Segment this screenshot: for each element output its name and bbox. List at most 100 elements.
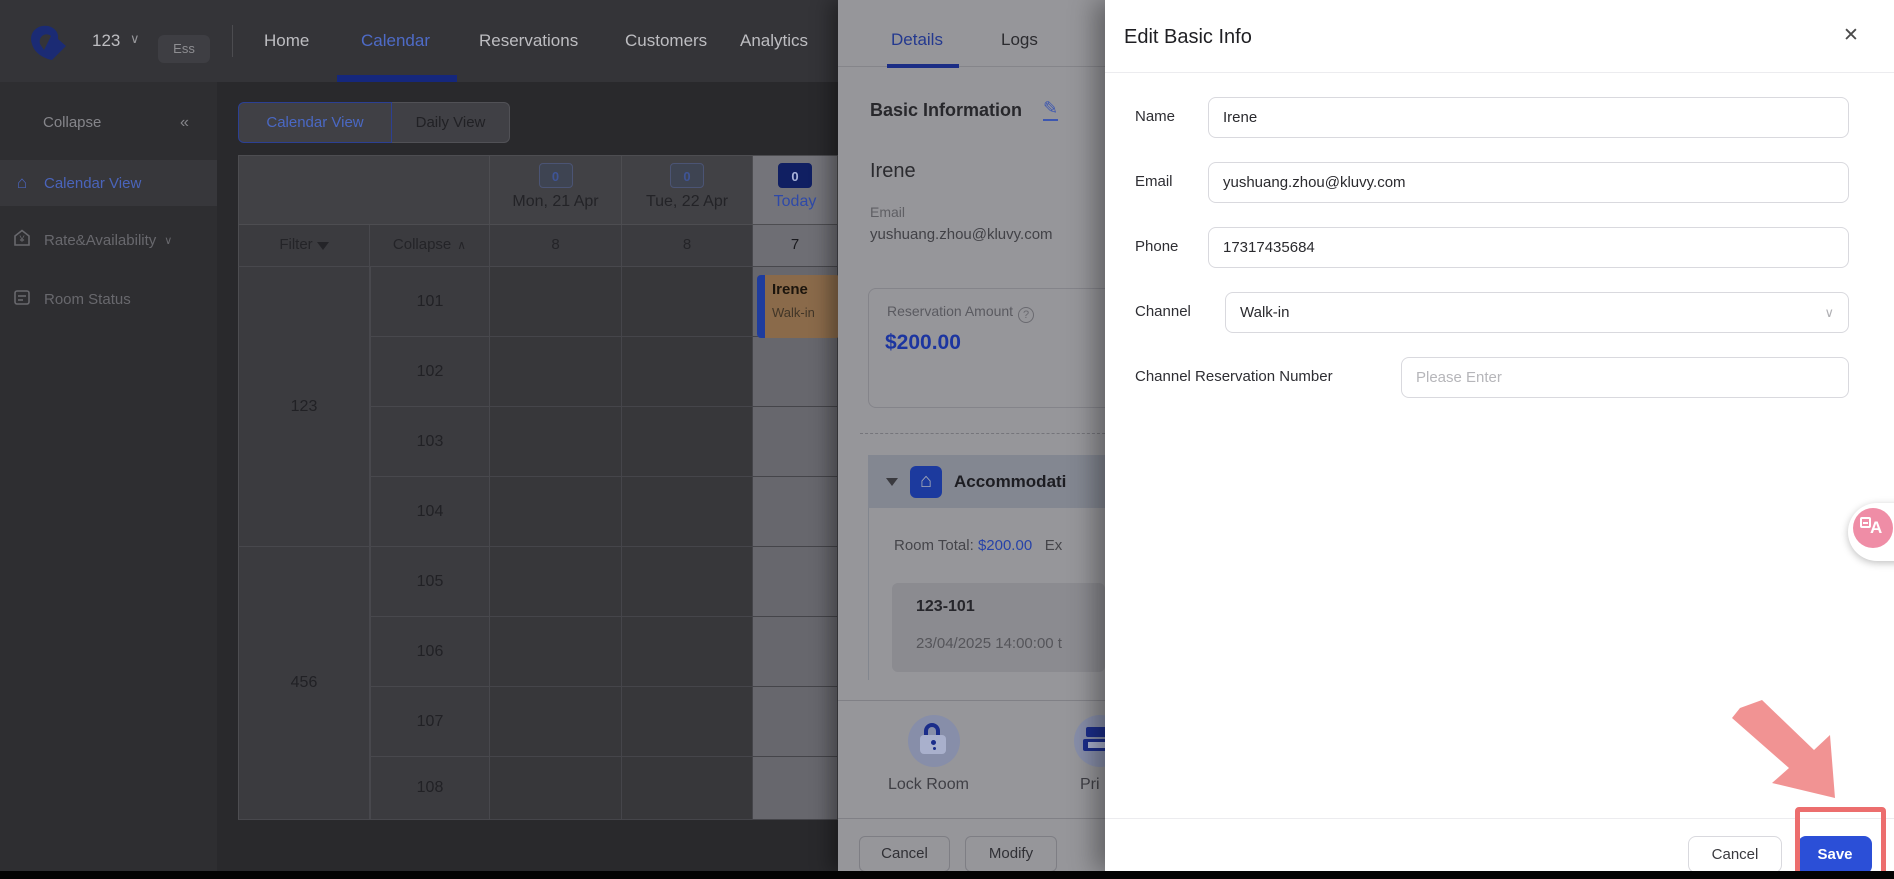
grid-cell-today[interactable] bbox=[753, 337, 838, 407]
grid-cell[interactable] bbox=[490, 337, 622, 407]
room-row-label[interactable]: 104 bbox=[370, 477, 490, 547]
grid-cell-today[interactable] bbox=[753, 547, 838, 617]
grid-cell[interactable] bbox=[490, 267, 622, 337]
tab-logs[interactable]: Logs bbox=[1001, 30, 1038, 50]
collapse-chevrons-icon[interactable]: « bbox=[180, 114, 189, 132]
section-left-border bbox=[868, 508, 869, 680]
translate-icon: A bbox=[1853, 508, 1893, 548]
sidebar-collapse[interactable]: Collapse « bbox=[0, 106, 217, 142]
date-header-cell: 21/04/2025Today ‹21 Apr - 20 May› bbox=[238, 155, 490, 280]
email-field[interactable]: yushuang.zhou@kluvy.com bbox=[1208, 162, 1849, 203]
day-label: Tue, 22 Apr bbox=[645, 193, 729, 210]
room-row-label[interactable]: 105 bbox=[370, 547, 490, 617]
room-code: 123-101 bbox=[916, 598, 975, 615]
channel-selected-value: Walk-in bbox=[1240, 304, 1290, 321]
accommodation-house-icon: ⌂ bbox=[910, 465, 942, 498]
room-row-label[interactable]: 102 bbox=[370, 337, 490, 407]
amount-label-text: Reservation Amount bbox=[887, 303, 1014, 319]
grid-cell-today[interactable] bbox=[753, 617, 838, 687]
nav-item-reservations[interactable]: Reservations bbox=[479, 0, 578, 82]
reservation-guest-name: Irene bbox=[772, 281, 808, 298]
basic-information-title: Basic Information bbox=[870, 100, 1023, 120]
tab-details[interactable]: Details bbox=[891, 30, 943, 50]
sidebar-item-calendar-view[interactable]: ⌂ Calendar View bbox=[0, 160, 217, 206]
nav-item-analytics[interactable]: Analytics bbox=[740, 0, 808, 82]
lock-room-label: Lock Room bbox=[888, 776, 969, 793]
grid-cell[interactable] bbox=[622, 547, 753, 617]
modal-cancel-button[interactable]: Cancel bbox=[1688, 836, 1782, 873]
phone-field[interactable]: 17317435684 bbox=[1208, 227, 1849, 268]
day-label: Today bbox=[773, 193, 817, 210]
nav-divider bbox=[232, 25, 233, 57]
reservation-channel: Walk-in bbox=[772, 305, 815, 320]
sidebar: Collapse « ⌂ Calendar View ¥ Rate&Availa… bbox=[0, 82, 217, 872]
calendar-view-button[interactable]: Calendar View bbox=[238, 102, 392, 143]
org-selector[interactable]: 123 bbox=[92, 0, 120, 82]
grid-cell[interactable] bbox=[490, 687, 622, 757]
chevron-down-icon: ∨ bbox=[164, 234, 173, 247]
nav-item-customers[interactable]: Customers bbox=[625, 0, 707, 82]
grid-cell[interactable] bbox=[622, 477, 753, 547]
nav-item-calendar[interactable]: Calendar bbox=[361, 0, 430, 82]
grid-cell[interactable] bbox=[622, 337, 753, 407]
day-header[interactable]: 0 Mon, 21 Apr bbox=[490, 155, 622, 225]
daily-view-button[interactable]: Daily View bbox=[392, 102, 510, 143]
name-field[interactable]: Irene bbox=[1208, 97, 1849, 138]
checkin-datetime: 23/04/2025 14:00:00 t bbox=[916, 635, 1062, 652]
grid-cell[interactable] bbox=[622, 407, 753, 477]
grid-cell[interactable] bbox=[622, 757, 753, 820]
room-row-label[interactable]: 108 bbox=[370, 757, 490, 820]
room-row-label[interactable]: 103 bbox=[370, 407, 490, 477]
sidebar-item-rate-availability[interactable]: ¥ Rate&Availability ∨ bbox=[0, 217, 217, 263]
room-group-cell: 456 bbox=[238, 547, 370, 820]
room-row-label[interactable]: 106 bbox=[370, 617, 490, 687]
grid-cell[interactable] bbox=[490, 617, 622, 687]
reservation-block[interactable]: Irene Walk-in bbox=[757, 275, 840, 338]
grid-cell[interactable] bbox=[490, 477, 622, 547]
room-stay-card[interactable]: 123-101 23/04/2025 14:00:00 t bbox=[892, 583, 1105, 672]
bottom-black-strip bbox=[0, 871, 1894, 879]
channel-select[interactable]: Walk-in ∨ bbox=[1225, 292, 1849, 333]
email-value: yushuang.zhou@kluvy.com bbox=[870, 226, 1053, 243]
modal-header-divider bbox=[1105, 72, 1894, 73]
name-label: Name bbox=[1135, 108, 1176, 125]
grid-cell[interactable] bbox=[490, 407, 622, 477]
drawer-cancel-button[interactable]: Cancel bbox=[859, 836, 950, 872]
room-row-label[interactable]: 101 bbox=[370, 267, 490, 337]
grid-cell-today[interactable] bbox=[753, 407, 838, 477]
filter-funnel-icon bbox=[316, 242, 329, 250]
day-count-badge: 0 bbox=[538, 163, 573, 188]
lock-room-button[interactable] bbox=[908, 715, 960, 767]
room-row-label[interactable]: 107 bbox=[370, 687, 490, 757]
drawer-modify-button[interactable]: Modify bbox=[965, 836, 1057, 872]
grid-cell[interactable] bbox=[622, 687, 753, 757]
guest-name: Irene bbox=[870, 160, 916, 182]
day-header[interactable]: 0 Tue, 22 Apr bbox=[622, 155, 753, 225]
grid-cell[interactable] bbox=[490, 757, 622, 820]
modal-footer-divider bbox=[1105, 818, 1894, 819]
close-icon[interactable]: ✕ bbox=[1843, 24, 1859, 47]
grid-cell[interactable] bbox=[622, 617, 753, 687]
phone-label: Phone bbox=[1135, 238, 1179, 255]
day-header-today[interactable]: 0 Today bbox=[753, 155, 838, 225]
grid-cell-today[interactable] bbox=[753, 757, 838, 820]
nav-item-home[interactable]: Home bbox=[264, 0, 309, 82]
email-label: Email bbox=[1135, 173, 1173, 190]
sidebar-item-label: Calendar View bbox=[44, 174, 142, 192]
room-total-value: $200.00 bbox=[977, 537, 1033, 554]
caret-down-icon[interactable] bbox=[886, 477, 898, 486]
grid-cell-today[interactable] bbox=[753, 477, 838, 547]
channel-label: Channel bbox=[1135, 303, 1191, 320]
collapse-rooms-cell[interactable]: Collapse ∧ bbox=[370, 225, 490, 267]
chevron-up-icon: ∧ bbox=[457, 238, 467, 252]
grid-cell[interactable] bbox=[490, 547, 622, 617]
help-question-icon[interactable]: ? bbox=[1018, 307, 1035, 323]
grid-cell[interactable] bbox=[622, 267, 753, 337]
availability-count: 8 bbox=[622, 225, 753, 267]
sidebar-item-room-status[interactable]: Room Status bbox=[0, 276, 217, 322]
accommodation-section-header[interactable]: ⌂ Accommodati bbox=[868, 455, 1105, 508]
channel-reservation-number-field[interactable]: Please Enter bbox=[1401, 357, 1849, 398]
grid-cell-today[interactable] bbox=[753, 687, 838, 757]
edit-pencil-icon[interactable]: ✎ bbox=[1043, 98, 1059, 121]
filter-cell[interactable]: Filter bbox=[238, 225, 370, 267]
